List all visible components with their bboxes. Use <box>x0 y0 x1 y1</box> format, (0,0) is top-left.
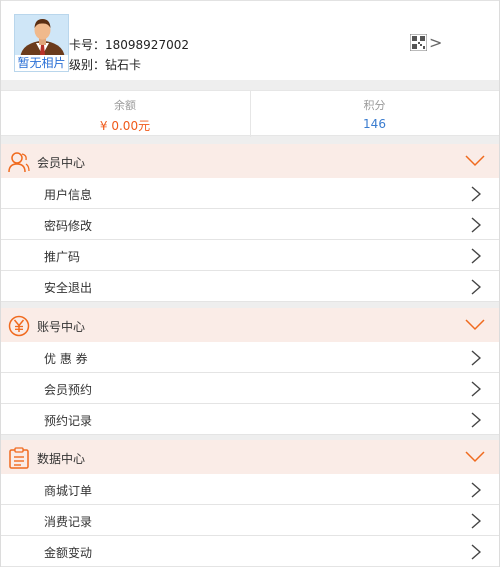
balance-value: ¥ 0.00元 <box>99 119 151 133</box>
menu-item-label: 会员预约 <box>44 383 93 397</box>
section-title-account: 账号中心 <box>37 320 86 334</box>
points-value: 146 <box>363 117 386 131</box>
menu-item-member-booking[interactable]: 会员预约 <box>1 373 499 404</box>
menu-item-balance-changes[interactable]: 金额变动 <box>1 536 499 567</box>
person-icon <box>8 152 30 173</box>
menu-item-change-password[interactable]: 密码修改 <box>1 209 499 240</box>
balance-stat[interactable]: 余额 ¥ 0.00元 <box>1 91 249 137</box>
avatar[interactable]: 暂无相片 <box>14 14 69 72</box>
default-avatar-icon <box>20 19 65 57</box>
member-level: 级别：钻石卡 <box>69 58 142 72</box>
menu-item-label: 商城订单 <box>44 484 93 498</box>
chevron-right-icon <box>471 381 481 397</box>
card-number: 卡号：18098927002 <box>69 38 189 52</box>
chevron-right-icon <box>471 513 481 529</box>
chevron-right-icon <box>471 217 481 233</box>
chevron-down-icon[interactable] <box>465 450 485 464</box>
chevron-right-icon <box>471 279 481 295</box>
section-title-data: 数据中心 <box>37 452 86 466</box>
menu-item-logout[interactable]: 安全退出 <box>1 271 499 302</box>
yen-circle-icon <box>8 315 30 337</box>
points-stat[interactable]: 积分 146 <box>250 91 498 137</box>
chevron-right-icon <box>471 412 481 428</box>
menu-item-user-info[interactable]: 用户信息 <box>1 178 499 209</box>
section-title-member: 会员中心 <box>37 156 86 170</box>
menu-item-label: 推广码 <box>44 250 81 264</box>
chevron-right-icon <box>471 350 481 366</box>
menu-item-consumption-records[interactable]: 消费记录 <box>1 505 499 536</box>
section-header-member[interactable]: 会员中心 <box>1 144 499 179</box>
menu-item-promo-code[interactable]: 推广码 <box>1 240 499 271</box>
balance-label: 余额 <box>114 99 136 112</box>
menu-item-label: 密码修改 <box>44 219 93 233</box>
menu-item-label: 优 惠 券 <box>44 352 88 366</box>
menu-item-label: 消费记录 <box>44 515 93 529</box>
menu-item-mall-orders[interactable]: 商城订单 <box>1 474 499 505</box>
menu-item-label: 金额变动 <box>44 546 93 560</box>
qr-code-icon[interactable] <box>410 34 427 51</box>
menu-item-booking-records[interactable]: 预约记录 <box>1 404 499 435</box>
profile-card: 暂无相片 卡号：18098927002 级别：钻石卡 > <box>1 0 499 80</box>
chevron-right-icon <box>471 186 481 202</box>
points-label: 积分 <box>363 99 386 112</box>
clipboard-list-icon <box>9 447 29 469</box>
chevron-right-icon <box>471 248 481 264</box>
chevron-right-icon <box>471 482 481 498</box>
chevron-right-icon <box>471 544 481 560</box>
qr-arrow-icon[interactable]: > <box>429 34 442 51</box>
section-header-account[interactable]: 账号中心 <box>1 308 499 343</box>
menu-item-label: 安全退出 <box>44 281 93 295</box>
section-header-data[interactable]: 数据中心 <box>1 440 499 475</box>
account-stats: 余额 ¥ 0.00元 积分 146 <box>1 90 499 137</box>
chevron-down-icon[interactable] <box>465 154 485 168</box>
chevron-down-icon[interactable] <box>465 318 485 332</box>
menu-item-coupons[interactable]: 优 惠 券 <box>1 342 499 373</box>
avatar-caption: 暂无相片 <box>15 55 68 71</box>
menu-item-label: 用户信息 <box>44 188 93 202</box>
menu-item-label: 预约记录 <box>44 414 93 428</box>
